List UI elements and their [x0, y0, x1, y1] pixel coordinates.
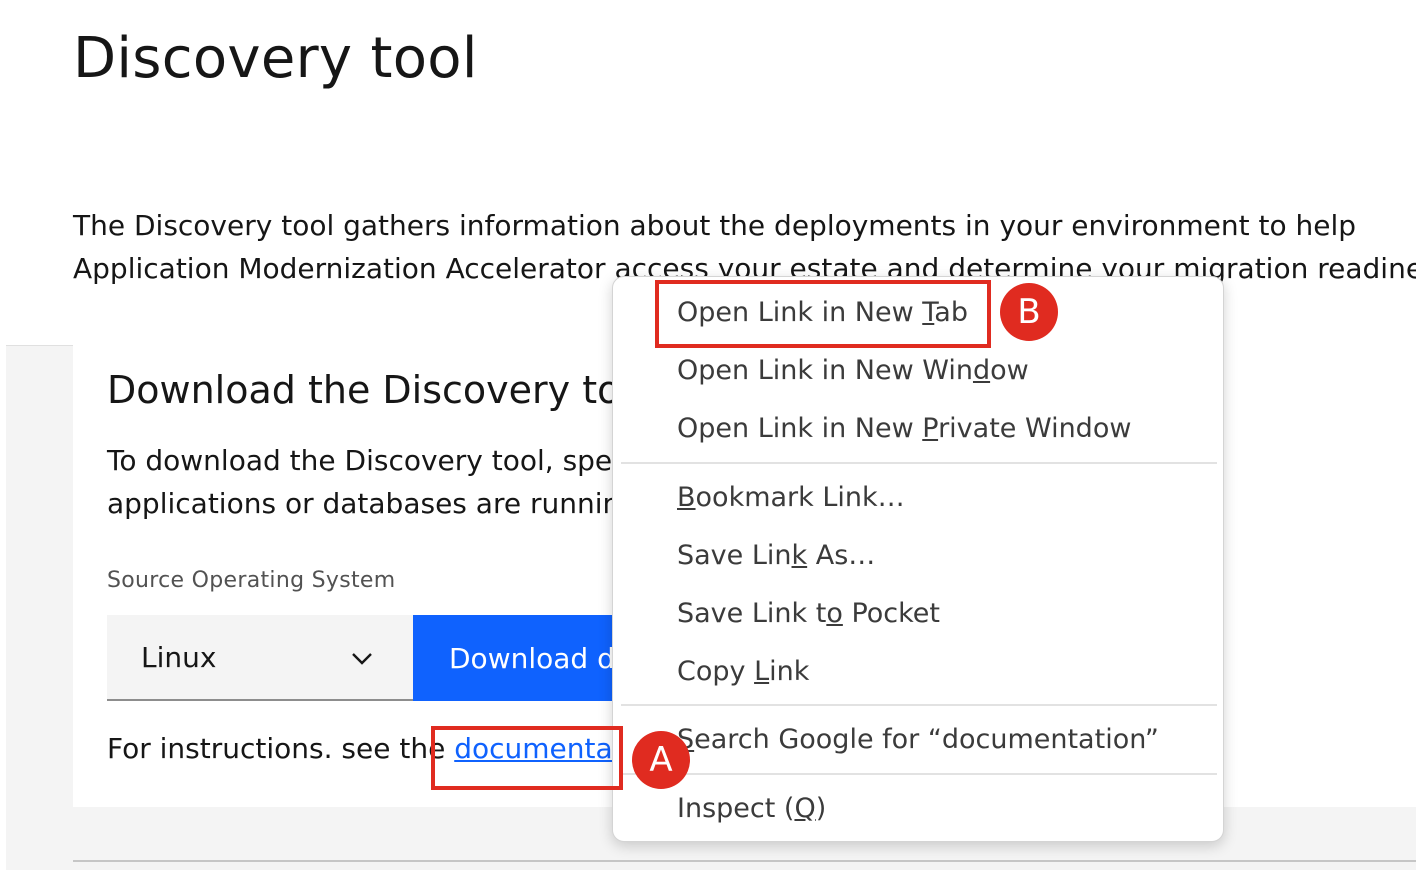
menu-item-accesskey: d [972, 355, 991, 386]
description-line-2: applications or databases are runnin [107, 487, 621, 520]
menu-item-accesskey: k [791, 540, 808, 571]
annotation-badge-a: A [632, 731, 690, 789]
menu-item-open-new-window[interactable]: Open Link in New Window [677, 347, 1029, 395]
menu-item-save-to-pocket[interactable]: Save Link to Pocket [677, 590, 940, 638]
download-card-title: Download the Discovery to [107, 368, 621, 412]
menu-item-accesskey: o [826, 598, 843, 629]
menu-item-text: Open Link in New Win [677, 355, 973, 386]
menu-item-text: Save Lin [677, 540, 792, 571]
menu-item-text: ow [990, 355, 1029, 386]
annotation-badge-b: B [1000, 283, 1058, 341]
menu-separator [621, 773, 1217, 775]
download-card-description: To download the Discovery tool, spec app… [107, 439, 628, 525]
download-button-label: Download d [449, 641, 615, 675]
page-title: Discovery tool [73, 26, 478, 91]
menu-item-text: Pocket [842, 598, 940, 629]
menu-item-text: ink [769, 656, 810, 687]
menu-item-text: ) [815, 793, 827, 824]
menu-item-text: As… [807, 540, 876, 571]
source-os-label: Source Operating System [107, 568, 396, 593]
menu-item-text: earch Google for “documentation” [694, 724, 1159, 755]
menu-item-text: Copy [677, 656, 755, 687]
chevron-down-icon [352, 653, 372, 665]
source-os-selected-value: Linux [141, 640, 217, 674]
menu-item-save-link-as[interactable]: Save Link As… [677, 532, 875, 580]
instructions-prefix: For instructions. see the [107, 732, 455, 765]
intro-line-1: The Discovery tool gathers information a… [73, 209, 1357, 242]
menu-item-accesskey: P [922, 413, 939, 444]
annotation-box-b [655, 280, 991, 348]
menu-item-inspect[interactable]: Inspect (Q) [677, 785, 826, 833]
discovery-tool-page: Discovery tool The Discovery tool gather… [0, 0, 1416, 870]
annotation-box-a [431, 726, 623, 790]
menu-item-copy-link[interactable]: Copy Link [677, 648, 809, 696]
menu-item-text: Open Link in New [677, 413, 923, 444]
link-context-menu: Open Link in New Tab Open Link in New Wi… [612, 276, 1224, 842]
menu-item-text: Inspect ( [677, 793, 795, 824]
menu-item-accesskey: B [677, 482, 696, 513]
menu-item-accesskey: Q [794, 793, 816, 824]
menu-item-text: Save Link t [677, 598, 827, 629]
menu-item-open-private-window[interactable]: Open Link in New Private Window [677, 405, 1131, 453]
menu-item-text: ookmark Link… [695, 482, 905, 513]
menu-item-accesskey: L [754, 656, 770, 687]
menu-separator [621, 704, 1217, 706]
description-line-1: To download the Discovery tool, spec [107, 444, 628, 477]
menu-item-text: rivate Window [938, 413, 1132, 444]
menu-separator [621, 462, 1217, 464]
menu-item-search-google[interactable]: Search Google for “documentation” [677, 716, 1159, 764]
divider [73, 860, 1416, 862]
source-os-dropdown[interactable]: Linux [107, 615, 413, 701]
menu-item-bookmark-link[interactable]: Bookmark Link… [677, 474, 905, 522]
